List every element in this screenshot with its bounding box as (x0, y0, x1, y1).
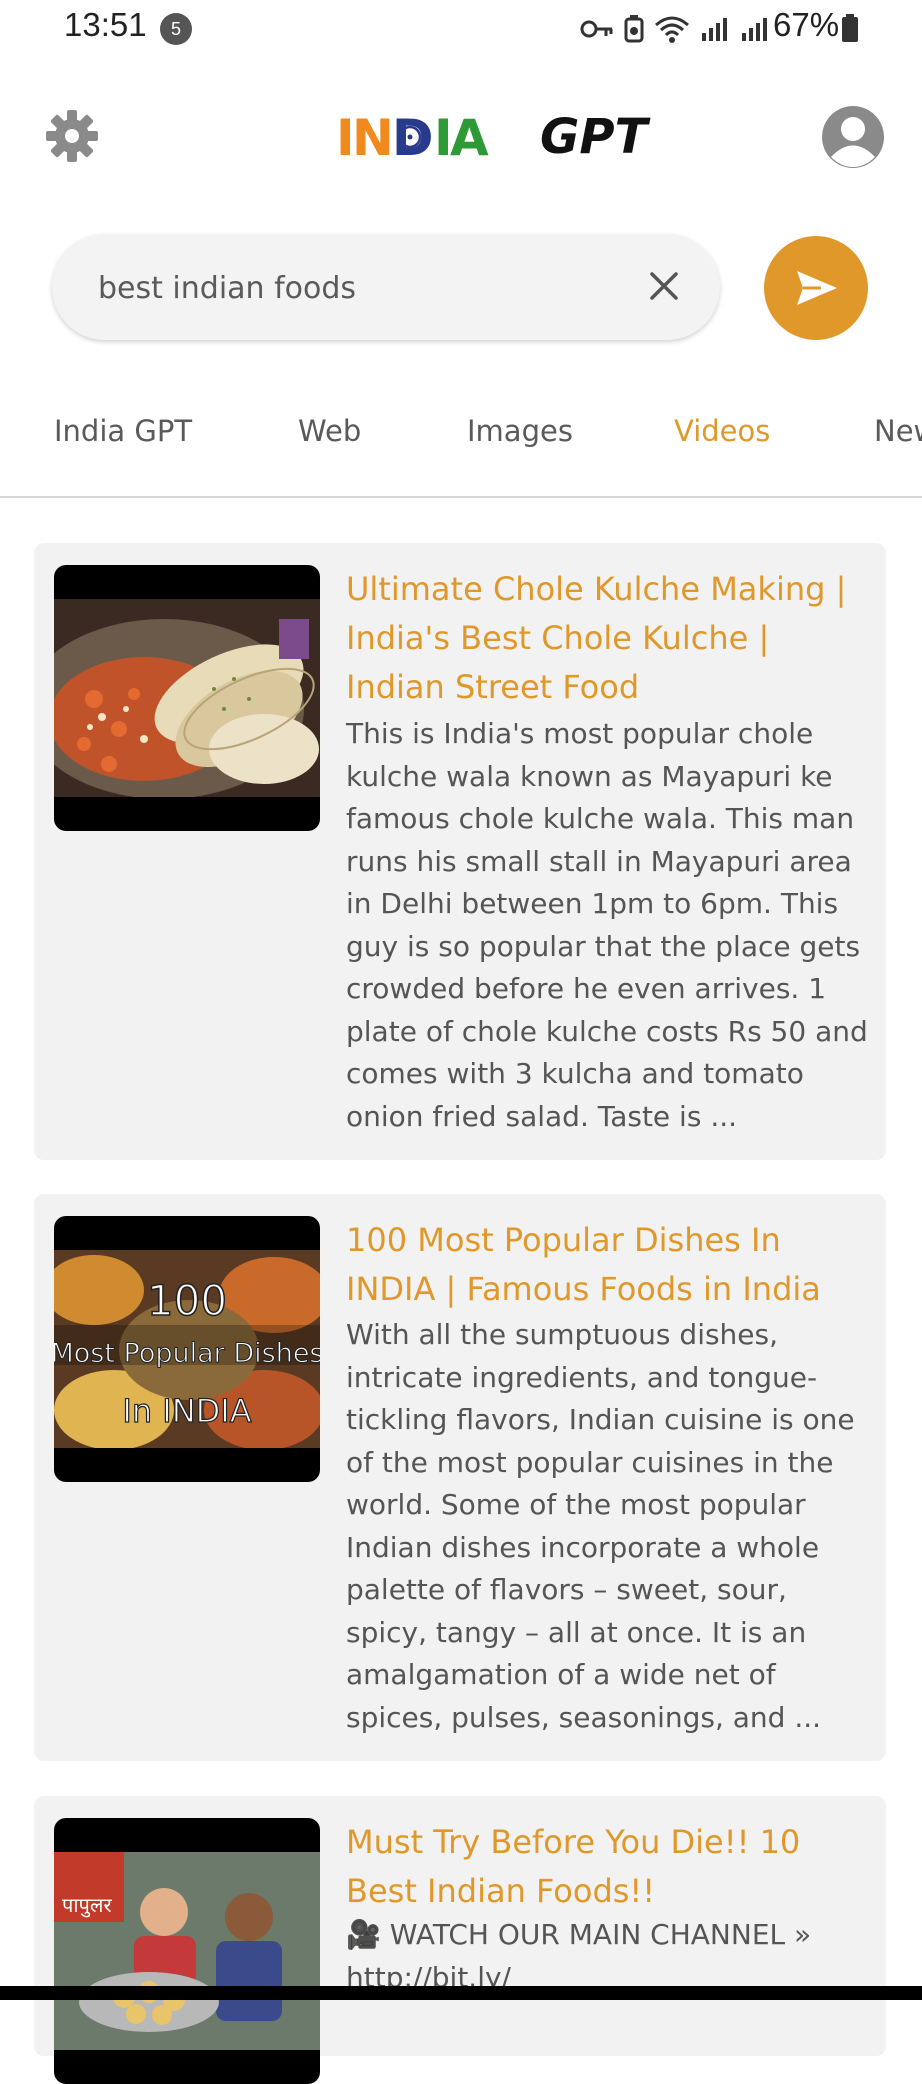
logo-gpt-wordmark: GPT (540, 109, 648, 165)
gear-icon (46, 110, 98, 162)
video-result-card[interactable]: 100 Most Popular Dishes In INDIA 100 Mos… (34, 1194, 886, 1761)
send-icon (797, 271, 837, 305)
video-thumbnail[interactable]: 100 Most Popular Dishes In INDIA (54, 1216, 320, 1482)
clear-search-button[interactable] (642, 264, 686, 308)
thumb-text-subtitle: Most Popular Dishes (54, 1338, 320, 1369)
signal-r-icon (702, 18, 727, 41)
thumb-text-number: 100 (147, 1276, 227, 1325)
search-input[interactable] (96, 258, 620, 318)
video-title-link[interactable]: Ultimate Chole Kulche Making | India's B… (346, 565, 866, 712)
tab-news[interactable]: News (874, 414, 922, 448)
video-title-link[interactable]: 100 Most Popular Dishes In INDIA | Famou… (346, 1216, 866, 1314)
video-description: This is India's most popular chole kulch… (346, 717, 868, 1133)
search-submit-button[interactable] (764, 236, 868, 340)
app-logo: I N D I A GPT (336, 105, 647, 169)
result-type-tabs: India GPT Web Images Videos News (0, 400, 922, 472)
thumb-text-sign: पापुलर (62, 1893, 112, 1918)
video-result-card[interactable]: Ultimate Chole Kulche Making | India's B… (34, 543, 886, 1160)
logo-india-graphic: I N D I A (336, 109, 490, 167)
status-time: 13:51 (64, 6, 147, 43)
svg-text:N: N (352, 109, 395, 167)
battery-icon (842, 14, 858, 42)
video-thumbnail[interactable] (54, 565, 320, 831)
close-icon (650, 272, 678, 300)
popular-dishes-thumbnail-image: 100 Most Popular Dishes In INDIA (54, 1250, 320, 1448)
key-icon (580, 20, 613, 38)
signal-icon (742, 18, 767, 41)
tabs-divider (0, 496, 922, 498)
battery-percentage: 67% (773, 6, 840, 43)
video-description: With all the sumptuous dishes, intricate… (346, 1318, 855, 1734)
user-avatar-button[interactable] (820, 104, 886, 170)
tab-videos[interactable]: Videos (674, 414, 770, 448)
wifi-icon (655, 16, 689, 43)
thumb-text-country: In INDIA (122, 1392, 251, 1430)
notification-count-badge: 5 (160, 13, 192, 45)
must-try-thumbnail-image: पापुलर (54, 1852, 320, 2050)
video-title-link[interactable]: Must Try Before You Die!! 10 Best Indian… (346, 1818, 866, 1916)
tab-images[interactable]: Images (467, 414, 573, 448)
navigation-bar (0, 1986, 922, 2000)
video-result-card[interactable]: पापुलर Must Try Before You Die!! 10 Best… (34, 1796, 886, 2084)
tab-india-gpt[interactable]: India GPT (54, 414, 192, 448)
chole-kulche-thumbnail-image (54, 599, 320, 797)
video-thumbnail[interactable]: पापुलर (54, 1818, 320, 2084)
logo-india-wordmark: I N D I A (336, 107, 526, 167)
status-icons (580, 12, 770, 46)
status-bar: 13:51 5 67% (0, 0, 922, 60)
svg-text:D: D (392, 109, 435, 167)
search-box (52, 234, 720, 340)
svg-text:A: A (450, 109, 490, 167)
battery-saver-icon (624, 15, 644, 43)
user-icon (822, 106, 884, 168)
tab-web[interactable]: Web (298, 414, 361, 448)
video-description: 🎥 WATCH OUR MAIN CHANNEL » http://bit.ly… (346, 1918, 812, 1994)
settings-button[interactable] (44, 108, 100, 164)
